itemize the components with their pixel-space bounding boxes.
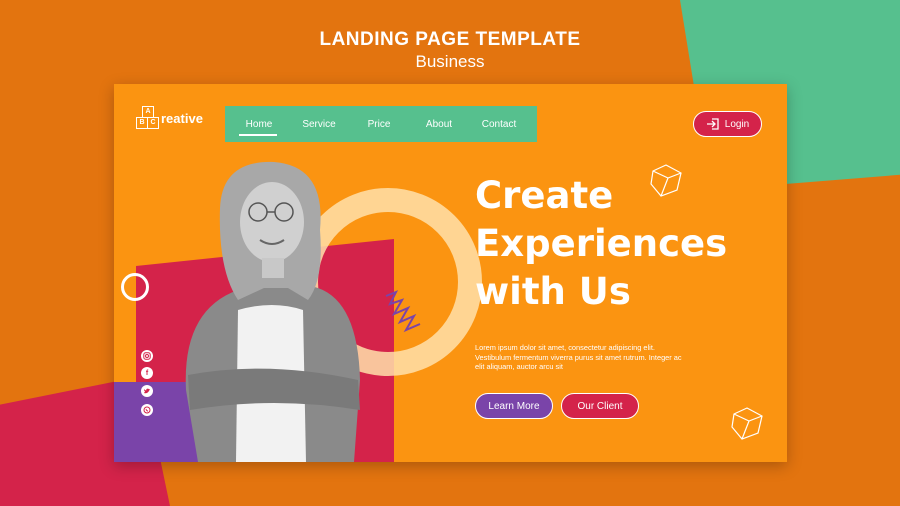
squiggle-decoration xyxy=(385,290,421,333)
landing-page-card: A B C reative Home Service Price About C… xyxy=(114,84,787,462)
nav-item-home[interactable]: Home xyxy=(233,119,285,136)
navigation-bar: Home Service Price About Contact xyxy=(225,106,537,142)
nav-item-service[interactable]: Service xyxy=(293,119,345,130)
our-client-button[interactable]: Our Client xyxy=(561,393,639,419)
circle-outline-decoration xyxy=(121,273,149,301)
headline-line-3: with Us xyxy=(475,270,631,313)
twitter-icon[interactable] xyxy=(141,385,153,397)
woman-portrait-photo xyxy=(185,161,360,462)
headline-line-2: Experiences xyxy=(475,222,728,265)
logo-blocks-icon: A B C xyxy=(136,106,160,130)
facebook-icon[interactable]: f xyxy=(141,367,153,379)
hero-body-text: Lorem ipsum dolor sit amet, consectetur … xyxy=(475,343,682,372)
hero-headline: Create Experiences with Us xyxy=(475,172,785,316)
login-icon xyxy=(706,118,719,130)
headline-line-1: Create xyxy=(475,174,614,217)
logo-text: reative xyxy=(161,110,203,126)
creative-logo[interactable]: A B C reative xyxy=(136,106,203,130)
whatsapp-icon[interactable] xyxy=(141,404,153,416)
instagram-icon[interactable] xyxy=(141,350,153,362)
learn-more-button[interactable]: Learn More xyxy=(475,393,553,419)
nav-item-contact[interactable]: Contact xyxy=(473,119,525,130)
template-title: LANDING PAGE TEMPLATE xyxy=(319,29,581,50)
nav-item-about[interactable]: About xyxy=(413,119,465,130)
login-button[interactable]: Login xyxy=(693,111,762,137)
template-subtitle: Business xyxy=(415,52,485,71)
nav-item-price[interactable]: Price xyxy=(353,119,405,130)
login-label: Login xyxy=(724,118,750,130)
cube-decoration-bottom xyxy=(731,407,763,440)
